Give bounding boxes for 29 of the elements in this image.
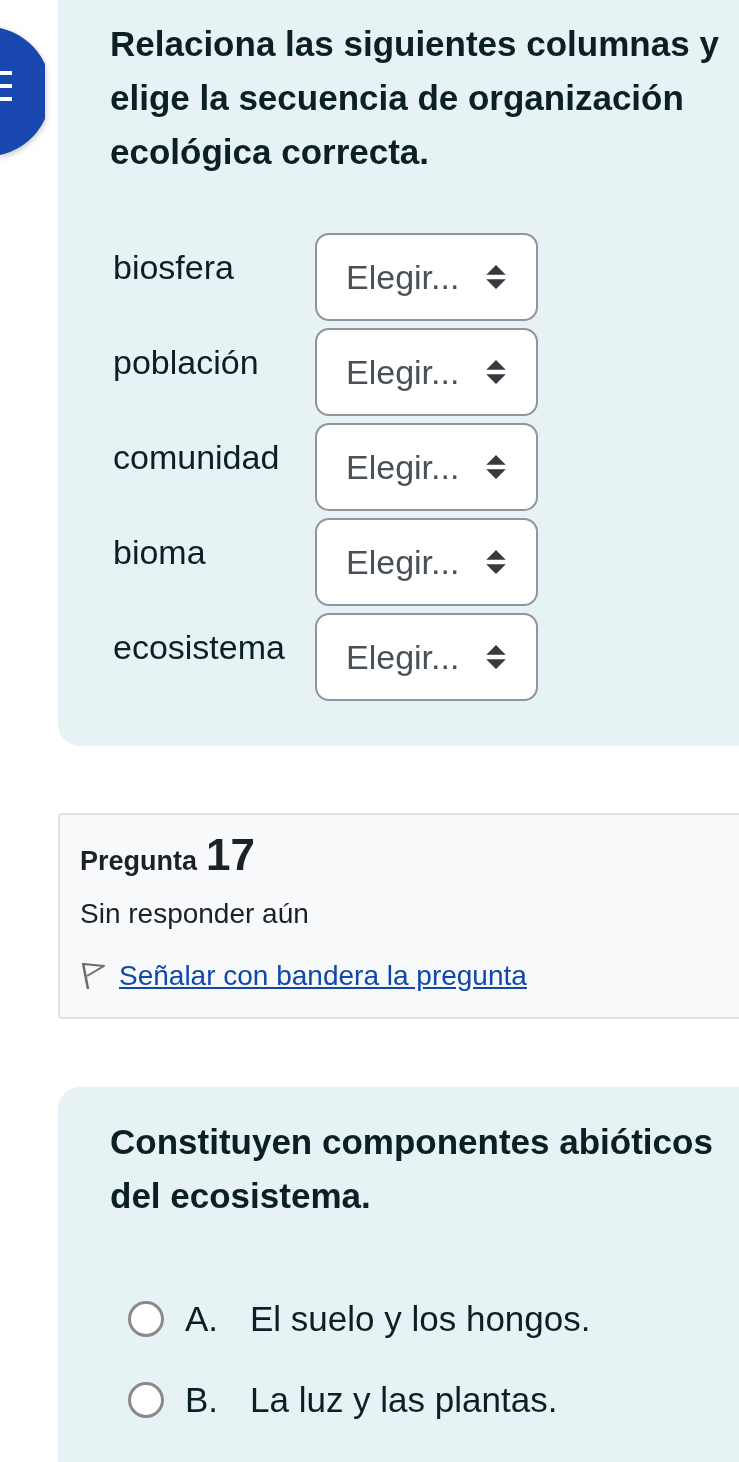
choice-dropdown[interactable]: Elegir... — [315, 328, 538, 416]
choice-dropdown[interactable]: Elegir... — [315, 423, 538, 511]
choice-dropdown[interactable]: Elegir... — [315, 613, 538, 701]
sort-arrows-icon — [485, 264, 507, 290]
question-text: Constituyen componentes abióticos del ecosistema. — [110, 1121, 714, 1217]
sort-arrows-icon — [485, 359, 507, 385]
match-term: población — [112, 342, 260, 382]
drawer-toggle-button[interactable] — [0, 26, 45, 157]
menu-icon — [0, 71, 12, 101]
match-term: ecosistema — [112, 627, 286, 667]
radio-button[interactable] — [128, 1382, 164, 1418]
option-text: La luz y las plantas. — [250, 1379, 558, 1421]
sort-arrows-icon — [485, 644, 507, 670]
sort-arrows-icon — [485, 549, 507, 575]
option-text: El suelo y los hongos. — [250, 1298, 591, 1340]
sort-arrows-icon — [485, 454, 507, 480]
question-number: 17 — [206, 829, 255, 881]
question-text: Relaciona las siguientes columnas y elige la secuencia de organización ecológica correcta. — [110, 23, 720, 173]
match-term: bioma — [112, 532, 207, 572]
radio-button[interactable] — [128, 1301, 164, 1337]
match-term: comunidad — [112, 437, 281, 477]
choice-dropdown[interactable]: Elegir... — [315, 518, 538, 606]
question-label: Pregunta — [80, 845, 198, 878]
option-letter: B. — [185, 1379, 220, 1421]
option-letter: A. — [185, 1298, 220, 1340]
match-term: biosfera — [112, 247, 235, 287]
flag-question-link[interactable]: Señalar con bandera la pregunta — [119, 959, 527, 993]
question-status: Sin responder aún — [80, 897, 310, 931]
choice-dropdown[interactable]: Elegir... — [315, 233, 538, 321]
